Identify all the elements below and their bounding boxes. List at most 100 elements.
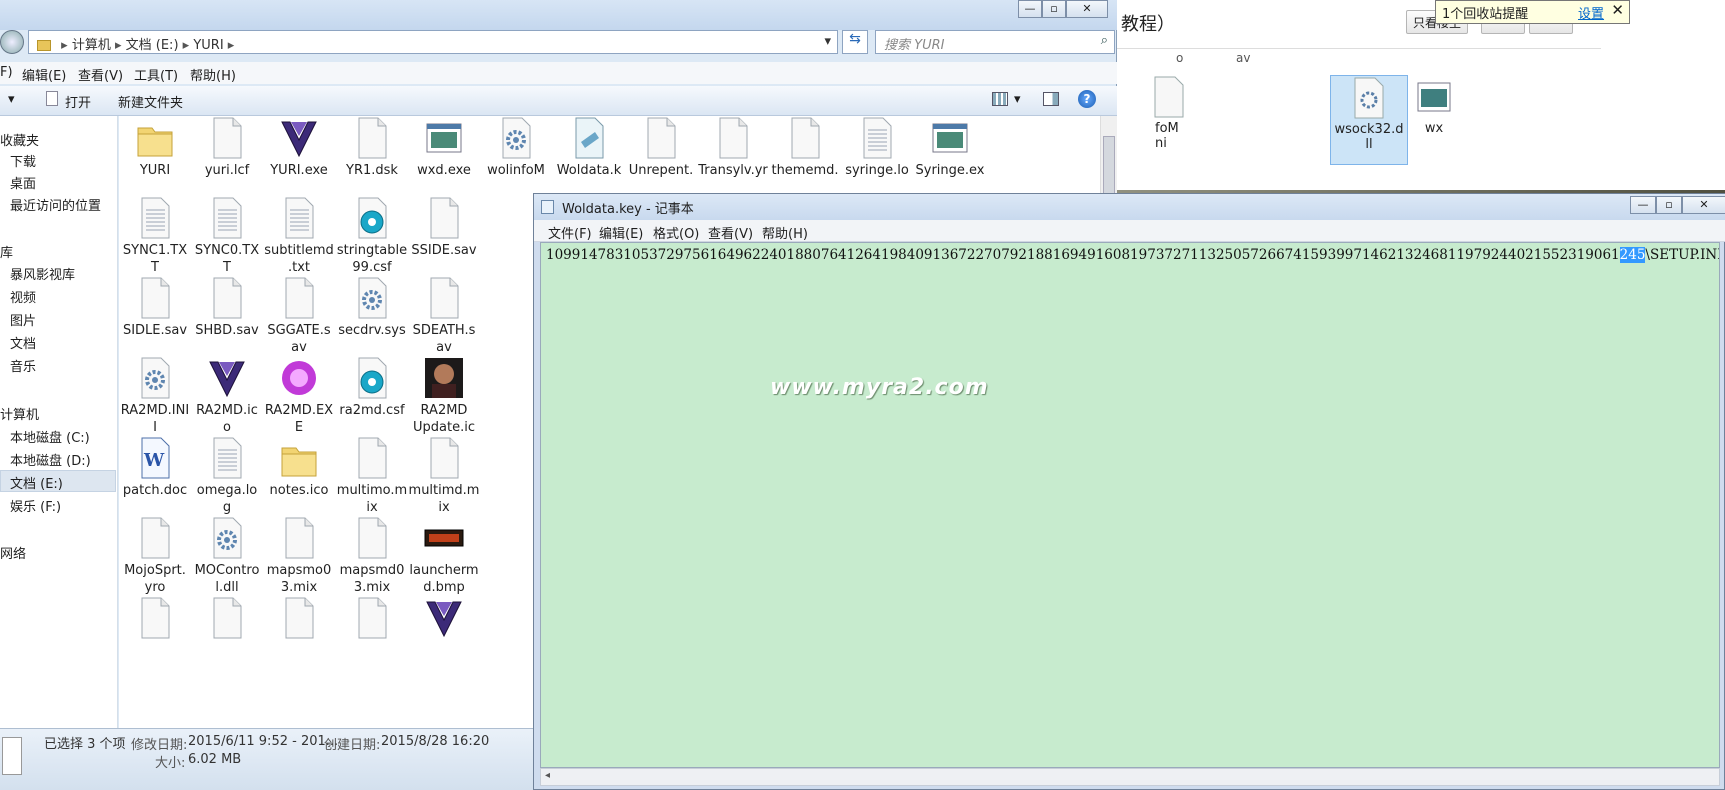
scrollbar-thumb[interactable]: [1103, 136, 1115, 196]
refresh-icon[interactable]: ⇆: [842, 30, 868, 54]
back-button[interactable]: [0, 30, 24, 54]
help-icon[interactable]: ?: [1078, 90, 1096, 108]
nav-recent[interactable]: 最近访问的位置: [10, 195, 101, 214]
nav-favorites[interactable]: 收藏夹: [0, 130, 39, 149]
nav-drive-d[interactable]: 本地磁盘 (D:): [10, 450, 91, 469]
file-item[interactable]: SDEATH.s av: [404, 276, 484, 356]
preview-pane-icon[interactable]: [1043, 92, 1059, 106]
file-item[interactable]: RA2MD.ic o: [187, 356, 267, 436]
address-bar[interactable]: ▸ 计算机 ▸ 文档 (E:) ▸ YURI ▸ ▾: [28, 30, 838, 54]
nav-library-pictures[interactable]: 图片: [10, 310, 36, 329]
nav-desktop[interactable]: 桌面: [10, 173, 36, 192]
view-options-icon[interactable]: [992, 92, 1008, 106]
nav-drive-c[interactable]: 本地磁盘 (C:): [10, 427, 90, 446]
bg-file-tile[interactable]: foM ni: [1149, 75, 1189, 165]
minimize-button[interactable]: —: [1018, 0, 1042, 18]
nav-library-music[interactable]: 音乐: [10, 356, 36, 375]
file-item[interactable]: SIDLE.sav: [119, 276, 195, 339]
search-icon[interactable]: ⌕: [1101, 33, 1108, 48]
file-item[interactable]: launcherm d.bmp: [404, 516, 484, 596]
nav-drive-e[interactable]: 文档 (E:): [10, 473, 63, 492]
menu-edit[interactable]: 编辑(E): [22, 65, 66, 84]
menu-edit[interactable]: 编辑(E): [599, 223, 643, 242]
chevron-down-icon[interactable]: ▾: [8, 92, 15, 107]
settings-link[interactable]: 设置: [1578, 3, 1604, 22]
file-item[interactable]: RA2MD.EX E: [259, 356, 339, 436]
file-item[interactable]: [332, 596, 412, 642]
file-item[interactable]: YR1.dsk: [332, 116, 412, 179]
menu-view[interactable]: 查看(V): [708, 223, 753, 242]
menu-help[interactable]: 帮助(H): [190, 65, 236, 84]
breadcrumb-drive[interactable]: 文档 (E:): [126, 38, 179, 53]
file-item[interactable]: RA2MD.INI I: [119, 356, 195, 436]
breadcrumb-folder[interactable]: YURI: [193, 38, 223, 53]
file-item[interactable]: [119, 596, 195, 642]
file-item[interactable]: Unrepent.: [621, 116, 701, 179]
menu-format[interactable]: 格式(O): [653, 223, 699, 242]
maximize-button[interactable]: ▫: [1042, 0, 1066, 18]
horizontal-scrollbar[interactable]: ◂: [540, 768, 1720, 786]
nav-computer[interactable]: 计算机: [0, 404, 39, 423]
nav-library-storm[interactable]: 暴风影视库: [10, 264, 75, 283]
nav-libraries[interactable]: 库: [0, 242, 13, 261]
bg-file-tile[interactable]: wx: [1414, 75, 1454, 165]
menu-tools[interactable]: 工具(T): [134, 65, 178, 84]
bg-file-tile-selected[interactable]: wsock32.d ll: [1330, 75, 1408, 165]
file-item[interactable]: Woldata.k: [549, 116, 629, 179]
file-item[interactable]: mapsmd0 3.mix: [332, 516, 412, 596]
close-button[interactable]: ✕: [1066, 0, 1108, 18]
notepad-window[interactable]: Woldata.key - 记事本 — ▫ ✕ 文件(F) 编辑(E) 格式(O…: [533, 193, 1725, 790]
file-item[interactable]: stringtable 99.csf: [332, 196, 412, 276]
file-item[interactable]: SGGATE.s av: [259, 276, 339, 356]
file-item[interactable]: ra2md.csf: [332, 356, 412, 419]
menu-file[interactable]: F): [0, 65, 13, 80]
breadcrumb-computer[interactable]: 计算机: [72, 38, 111, 53]
menu-file[interactable]: 文件(F): [548, 223, 592, 242]
notepad-text-area[interactable]: 1099147831053729756164962240188076412641…: [540, 242, 1720, 768]
menu-view[interactable]: 查看(V): [78, 65, 123, 84]
file-item[interactable]: SHBD.sav: [187, 276, 267, 339]
nav-downloads[interactable]: 下载: [10, 151, 36, 170]
minimize-button[interactable]: —: [1630, 196, 1656, 214]
background-window[interactable]: 教程） 只看楼主 o av foM ni wsock32.d ll wx: [1110, 0, 1725, 190]
file-item[interactable]: YURI: [119, 116, 195, 179]
file-item[interactable]: subtitlemd .txt: [259, 196, 339, 276]
scroll-left-icon[interactable]: ◂: [545, 770, 550, 781]
file-item[interactable]: Syringe.ex: [910, 116, 990, 179]
file-item[interactable]: notes.ico: [259, 436, 339, 499]
file-item[interactable]: MojoSprt. yro: [119, 516, 195, 596]
file-item[interactable]: secdrv.sys: [332, 276, 412, 339]
file-item[interactable]: MOContro l.dll: [187, 516, 267, 596]
file-item[interactable]: thememd.: [765, 116, 845, 179]
nav-network[interactable]: 网络: [0, 543, 26, 562]
file-item[interactable]: [404, 596, 484, 642]
open-button[interactable]: 打开: [65, 92, 91, 111]
file-item[interactable]: wolinfoM: [476, 116, 556, 179]
file-item[interactable]: omega.lo g: [187, 436, 267, 516]
file-item[interactable]: [259, 596, 339, 642]
file-item[interactable]: syringe.lo: [837, 116, 917, 179]
menu-help[interactable]: 帮助(H): [762, 223, 808, 242]
file-item[interactable]: yuri.lcf: [187, 116, 267, 179]
file-item[interactable]: multimo.m ix: [332, 436, 412, 516]
file-item[interactable]: [187, 596, 267, 642]
nav-library-videos[interactable]: 视频: [10, 287, 36, 306]
nav-drive-f[interactable]: 娱乐 (F:): [10, 496, 61, 515]
file-item[interactable]: mapsmo0 3.mix: [259, 516, 339, 596]
file-item[interactable]: SYNC1.TX T: [119, 196, 195, 276]
nav-library-documents[interactable]: 文档: [10, 333, 36, 352]
file-item[interactable]: SSIDE.sav: [404, 196, 484, 259]
close-icon[interactable]: ✕: [1611, 1, 1624, 19]
maximize-button[interactable]: ▫: [1656, 196, 1682, 214]
search-input[interactable]: 搜索 YURI ⌕: [875, 30, 1115, 54]
close-button[interactable]: ✕: [1682, 196, 1725, 214]
file-item[interactable]: YURI.exe: [259, 116, 339, 179]
file-item[interactable]: Transylv.yr: [693, 116, 773, 179]
file-item[interactable]: multimd.m ix: [404, 436, 484, 516]
file-item[interactable]: wxd.exe: [404, 116, 484, 179]
new-folder-button[interactable]: 新建文件夹: [118, 92, 183, 111]
file-item[interactable]: Wpatch.doc: [119, 436, 195, 499]
file-item[interactable]: SYNC0.TX T: [187, 196, 267, 276]
chevron-down-icon[interactable]: ▾: [1014, 92, 1021, 107]
chevron-down-icon[interactable]: ▾: [824, 34, 831, 49]
